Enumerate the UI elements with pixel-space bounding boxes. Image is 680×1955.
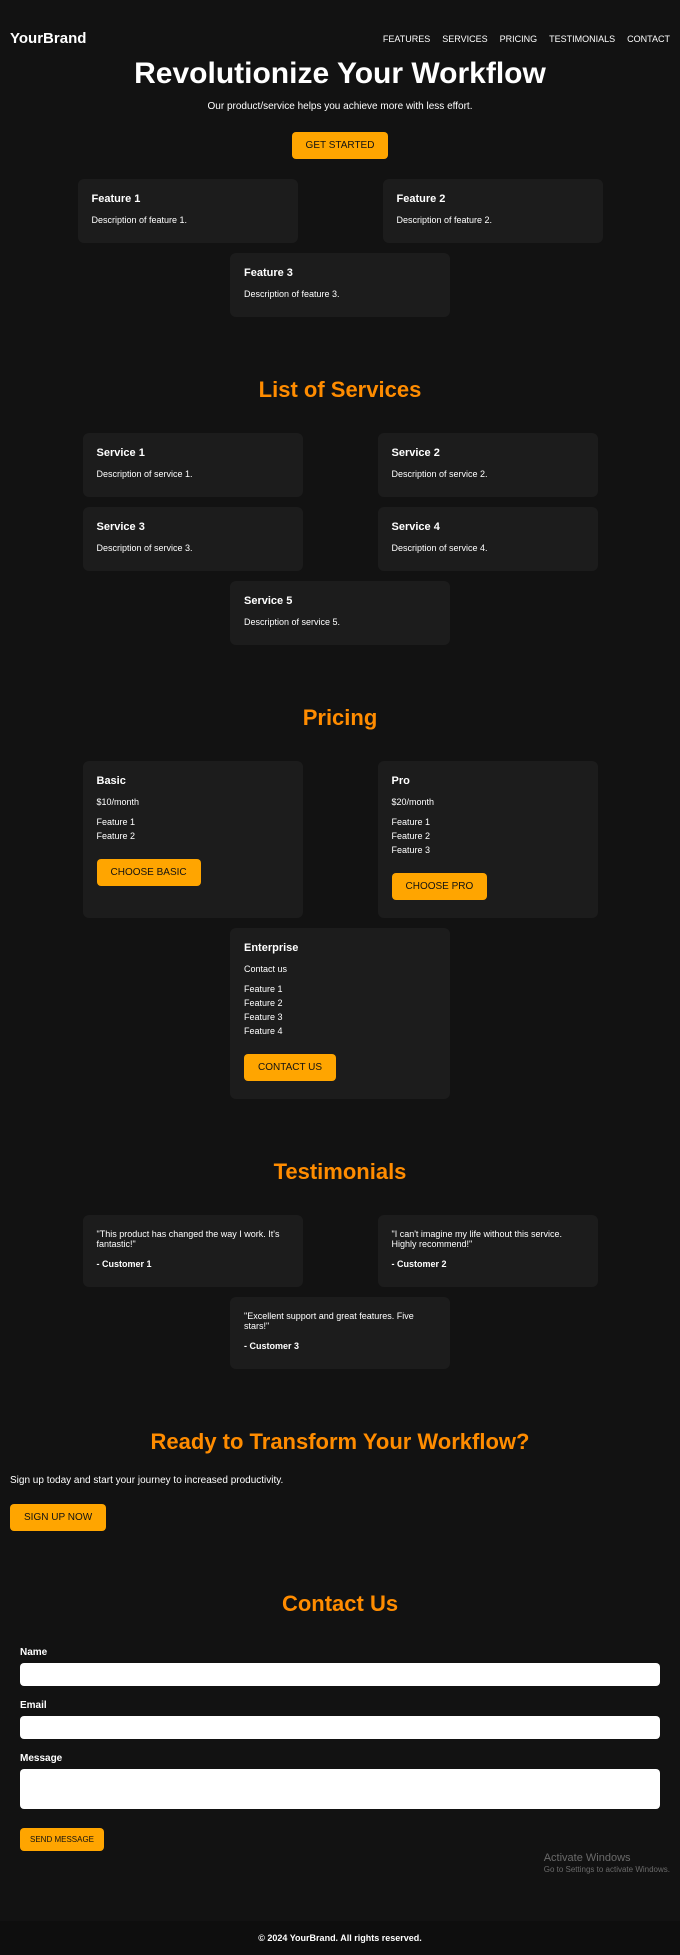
send-message-button[interactable]: SEND MESSAGE xyxy=(20,1828,104,1851)
cta-section: Ready to Transform Your Workflow? Sign u… xyxy=(0,1369,680,1531)
service-card: Service 1 Description of service 1. xyxy=(83,433,303,497)
service-card: Service 2 Description of service 2. xyxy=(378,433,598,497)
testimonial-author: - Customer 2 xyxy=(392,1259,584,1269)
plan-feature: Feature 2 xyxy=(392,831,584,841)
testimonial-card: "Excellent support and great features. F… xyxy=(230,1297,450,1369)
nav-features[interactable]: FEATURES xyxy=(383,34,430,44)
name-label: Name xyxy=(20,1647,660,1658)
services-heading: List of Services xyxy=(10,377,670,403)
features-grid: Feature 1 Description of feature 1. Feat… xyxy=(0,179,680,317)
service-card: Service 4 Description of service 4. xyxy=(378,507,598,571)
message-input[interactable] xyxy=(20,1769,660,1809)
plan-name: Basic xyxy=(97,775,289,787)
feature-card: Feature 3 Description of feature 3. xyxy=(230,253,450,317)
testimonial-quote: "Excellent support and great features. F… xyxy=(244,1311,436,1331)
testimonial-card: "I can't imagine my life without this se… xyxy=(378,1215,598,1287)
service-title: Service 5 xyxy=(244,595,436,607)
footer: © 2024 YourBrand. All rights reserved. xyxy=(0,1921,680,1955)
service-title: Service 4 xyxy=(392,521,584,533)
testimonials-section: Testimonials "This product has changed t… xyxy=(0,1099,680,1369)
plan-features: Feature 1 Feature 2 Feature 3 xyxy=(392,817,584,855)
plan-feature: Feature 4 xyxy=(244,1026,436,1036)
footer-text: © 2024 YourBrand. All rights reserved. xyxy=(12,1933,668,1943)
plan-feature: Feature 2 xyxy=(97,831,289,841)
testimonial-quote: "I can't imagine my life without this se… xyxy=(392,1229,584,1249)
get-started-button[interactable]: GET STARTED xyxy=(292,132,389,159)
watermark-line1: Activate Windows xyxy=(544,1851,670,1865)
plan-features: Feature 1 Feature 2 Feature 3 Feature 4 xyxy=(244,984,436,1036)
plan-features: Feature 1 Feature 2 xyxy=(97,817,289,841)
plan-name: Enterprise xyxy=(244,942,436,954)
services-grid: Service 1 Description of service 1. Serv… xyxy=(10,433,670,645)
header: YourBrand FEATURES SERVICES PRICING TEST… xyxy=(0,0,680,57)
email-input[interactable] xyxy=(20,1716,660,1739)
hero-title: Revolutionize Your Workflow xyxy=(10,57,670,91)
testimonial-author: - Customer 1 xyxy=(97,1259,289,1269)
email-label: Email xyxy=(20,1700,660,1711)
feature-desc: Description of feature 2. xyxy=(397,215,589,225)
plan-feature: Feature 1 xyxy=(392,817,584,827)
plan-feature: Feature 3 xyxy=(244,1012,436,1022)
pricing-card-basic: Basic $10/month Feature 1 Feature 2 CHOO… xyxy=(83,761,303,918)
nav-services[interactable]: SERVICES xyxy=(442,34,487,44)
hero-subtitle: Our product/service helps you achieve mo… xyxy=(10,101,670,112)
service-title: Service 2 xyxy=(392,447,584,459)
contact-form: Name Email Message SEND MESSAGE xyxy=(10,1647,670,1851)
watermark-line2: Go to Settings to activate Windows. xyxy=(544,1865,670,1875)
windows-watermark: Activate Windows Go to Settings to activ… xyxy=(544,1851,670,1876)
service-desc: Description of service 5. xyxy=(244,617,436,627)
plan-price: Contact us xyxy=(244,964,436,974)
brand-logo: YourBrand xyxy=(10,30,86,47)
service-card: Service 5 Description of service 5. xyxy=(230,581,450,645)
plan-price: $10/month xyxy=(97,797,289,807)
pricing-heading: Pricing xyxy=(10,705,670,731)
message-label: Message xyxy=(20,1753,660,1764)
feature-card: Feature 2 Description of feature 2. xyxy=(383,179,603,243)
feature-title: Feature 1 xyxy=(92,193,284,205)
feature-card: Feature 1 Description of feature 1. xyxy=(78,179,298,243)
feature-desc: Description of feature 3. xyxy=(244,289,436,299)
choose-pro-button[interactable]: CHOOSE PRO xyxy=(392,873,488,900)
plan-price: $20/month xyxy=(392,797,584,807)
contact-us-button[interactable]: CONTACT US xyxy=(244,1054,336,1081)
pricing-card-enterprise: Enterprise Contact us Feature 1 Feature … xyxy=(230,928,450,1099)
plan-name: Pro xyxy=(392,775,584,787)
feature-title: Feature 3 xyxy=(244,267,436,279)
plan-feature: Feature 1 xyxy=(244,984,436,994)
testimonial-quote: "This product has changed the way I work… xyxy=(97,1229,289,1249)
plan-feature: Feature 2 xyxy=(244,998,436,1008)
contact-section: Contact Us Name Email Message SEND MESSA… xyxy=(0,1531,680,1851)
sign-up-button[interactable]: SIGN UP NOW xyxy=(10,1504,106,1531)
cta-heading: Ready to Transform Your Workflow? xyxy=(10,1429,670,1455)
testimonial-author: - Customer 3 xyxy=(244,1341,436,1351)
service-desc: Description of service 4. xyxy=(392,543,584,553)
main-nav: FEATURES SERVICES PRICING TESTIMONIALS C… xyxy=(383,34,670,44)
nav-testimonials[interactable]: TESTIMONIALS xyxy=(549,34,615,44)
cta-text: Sign up today and start your journey to … xyxy=(10,1475,670,1486)
pricing-card-pro: Pro $20/month Feature 1 Feature 2 Featur… xyxy=(378,761,598,918)
pricing-grid: Basic $10/month Feature 1 Feature 2 CHOO… xyxy=(10,761,670,1099)
choose-basic-button[interactable]: CHOOSE BASIC xyxy=(97,859,201,886)
pricing-section: Pricing Basic $10/month Feature 1 Featur… xyxy=(0,645,680,1099)
service-desc: Description of service 3. xyxy=(97,543,289,553)
hero-section: Revolutionize Your Workflow Our product/… xyxy=(0,57,680,169)
service-desc: Description of service 2. xyxy=(392,469,584,479)
nav-contact[interactable]: CONTACT xyxy=(627,34,670,44)
service-desc: Description of service 1. xyxy=(97,469,289,479)
testimonial-card: "This product has changed the way I work… xyxy=(83,1215,303,1287)
feature-title: Feature 2 xyxy=(397,193,589,205)
testimonials-heading: Testimonials xyxy=(10,1159,670,1185)
name-input[interactable] xyxy=(20,1663,660,1686)
service-title: Service 1 xyxy=(97,447,289,459)
services-section: List of Services Service 1 Description o… xyxy=(0,317,680,645)
testimonials-grid: "This product has changed the way I work… xyxy=(10,1215,670,1369)
service-card: Service 3 Description of service 3. xyxy=(83,507,303,571)
plan-feature: Feature 3 xyxy=(392,845,584,855)
contact-heading: Contact Us xyxy=(10,1591,670,1617)
service-title: Service 3 xyxy=(97,521,289,533)
nav-pricing[interactable]: PRICING xyxy=(500,34,538,44)
feature-desc: Description of feature 1. xyxy=(92,215,284,225)
plan-feature: Feature 1 xyxy=(97,817,289,827)
